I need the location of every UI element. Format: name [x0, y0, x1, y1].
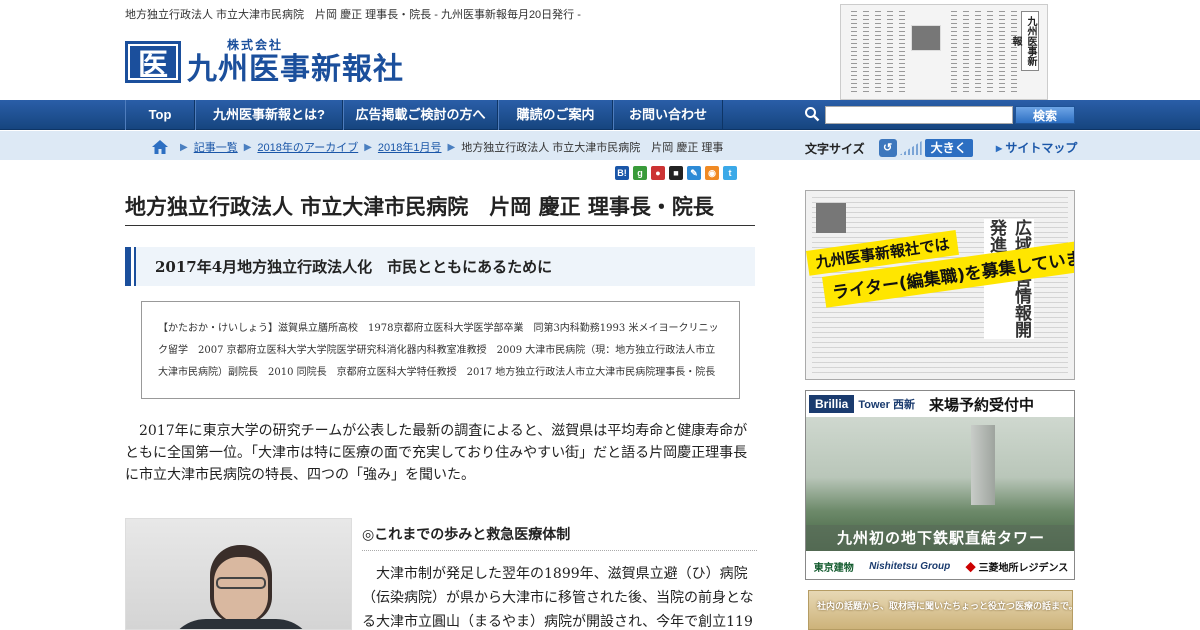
font-size-control: 文字サイズ ↺ 大きく — [805, 139, 973, 157]
brillia-tower-banner[interactable]: Brillia Tower 西新 来場予約受付中 九州初の地下鉄駅直結タワー 東… — [805, 390, 1075, 580]
column-banner[interactable]: 社内の話題から、取材時に聞いたちょっと役立つ医療の話まで。 — [808, 590, 1073, 630]
column-banner-text: 社内の話題から、取材時に聞いたちょっと役立つ医療の話まで。 — [817, 601, 1073, 611]
article-title: 地方独立行政法人 市立大津市民病院 片岡 慶正 理事長・院長 — [125, 191, 755, 226]
rss-icon[interactable]: ◉ — [705, 166, 719, 180]
breadcrumb-item-articles[interactable]: 記事一覧 — [194, 139, 238, 155]
article-subheading: 2017年4月地方独立行政法人化 市民とともにあるために — [125, 247, 755, 286]
logo-title: 九州医事新報社 — [187, 52, 404, 87]
section-heading: ◎これまでの歩みと救急医療体制 — [362, 524, 757, 551]
ad-caption: 九州初の地下鉄駅直結タワー — [806, 525, 1074, 551]
evernote-icon[interactable]: ✎ — [687, 166, 701, 180]
logo-text: 株式会社 九州医事新報社 — [187, 36, 404, 87]
writer-recruit-banner[interactable]: 広域災害情報開発進む 九州医事新報社では ライター(編集職)を募集しています — [805, 190, 1075, 380]
font-size-reset-button[interactable]: ↺ — [878, 139, 897, 157]
breadcrumb-current: 地方独立行政法人 市立大津市民病院 片岡 慶正 理事 — [461, 142, 724, 154]
delicious-icon[interactable]: ■ — [669, 166, 683, 180]
search-button[interactable]: 検索 — [1015, 106, 1075, 124]
nav-item-about[interactable]: 九州医事新報とは? — [195, 100, 343, 130]
newspaper-image: 九州医事新報 — [840, 4, 1048, 100]
article-lead: 2017年に東京大学の研究チームが公表した最新の調査によると、滋賀県は平均寿命と… — [125, 423, 748, 483]
section-body: 大津市制が発足した翌年の1899年、滋賀県立避（ひ）病院（伝染病院）が県から大津… — [362, 566, 754, 630]
ad-tower-name: Tower 西新 — [858, 399, 915, 411]
page: 地方独立行政法人 市立大津市民病院 片岡 慶正 理事長・院長 - 九州医事新報毎… — [0, 0, 1200, 630]
font-size-large-button[interactable]: 大きく — [924, 139, 973, 157]
chevron-right-icon: ▶ — [364, 141, 372, 153]
nav-item-advertising[interactable]: 広告掲載ご検討の方へ — [343, 100, 498, 130]
ad-sponsor-3: 三菱地所レジデンス — [966, 559, 1068, 574]
nav-item-subscription[interactable]: 購読のご案内 — [498, 100, 613, 130]
font-size-scale-icon — [899, 141, 922, 155]
profile-box: 【かたおか・けいしょう】滋賀県立膳所高校 1978京都府立医科大学医学部卒業 同… — [141, 301, 740, 399]
nav-item-top[interactable]: Top — [125, 100, 195, 130]
ad-sponsor-2: Nishitetsu Group — [869, 560, 951, 572]
logo-mark-icon: 医 — [125, 40, 181, 83]
ad-brand: Brillia — [809, 395, 855, 413]
home-icon[interactable] — [152, 140, 168, 154]
ad-visit-text: 来場予約受付中 — [929, 395, 1035, 414]
director-photo — [125, 518, 352, 630]
hatena-bookmark-icon[interactable]: B! — [615, 166, 629, 180]
breadcrumb: ▶ 記事一覧 ▶ 2018年のアーカイブ ▶ 2018年1月号 ▶ 地方独立行政… — [152, 139, 723, 155]
font-size-label: 文字サイズ — [805, 141, 865, 156]
chevron-right-icon: ▶ — [243, 141, 252, 153]
chevron-right-icon: ▶ — [447, 141, 456, 153]
search-icon — [805, 107, 820, 122]
livedoor-clip-icon[interactable]: ● — [651, 166, 665, 180]
sitemap-link[interactable]: サイトマップ — [996, 139, 1077, 156]
search-input[interactable] — [825, 106, 1013, 124]
site-tagline: 地方独立行政法人 市立大津市民病院 片岡 慶正 理事長・院長 - 九州医事新報毎… — [125, 9, 581, 21]
site-logo[interactable]: 医 株式会社 九州医事新報社 — [125, 36, 404, 87]
share-icons: B! g ● ■ ✎ ◉ t — [615, 166, 737, 180]
newspaper-masthead: 九州医事新報 — [1010, 11, 1039, 71]
twitter-icon[interactable]: t — [723, 166, 737, 180]
ad-sponsor-1: 東京建物 — [813, 562, 854, 574]
breadcrumb-item-archive-2018[interactable]: 2018年のアーカイブ — [257, 139, 358, 155]
ad-photo — [816, 203, 846, 233]
chevron-right-icon: ▶ — [180, 141, 188, 153]
logo-subtitle: 株式会社 — [227, 38, 284, 52]
nav-item-contact[interactable]: お問い合わせ — [613, 100, 723, 130]
breadcrumb-item-issue[interactable]: 2018年1月号 — [378, 139, 442, 155]
google-bookmark-icon[interactable]: g — [633, 166, 647, 180]
